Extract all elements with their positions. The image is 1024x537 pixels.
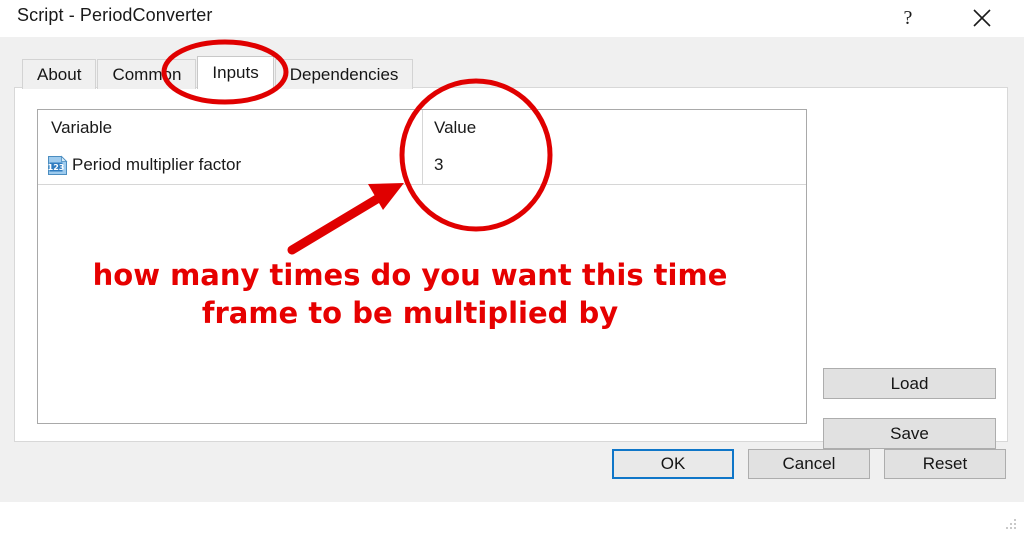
svg-text:123: 123 [48, 163, 65, 172]
reset-button[interactable]: Reset [884, 449, 1006, 479]
annotation-text-line-1: how many times do you want this time [92, 258, 728, 292]
help-icon[interactable]: ? [885, 0, 931, 36]
cancel-button[interactable]: Cancel [748, 449, 870, 479]
column-divider [422, 110, 423, 184]
resize-grip-icon[interactable] [1005, 518, 1019, 532]
save-button[interactable]: Save [823, 418, 996, 449]
help-glyph: ? [903, 6, 913, 29]
tab-about[interactable]: About [22, 59, 97, 89]
tab-inputs[interactable]: Inputs [197, 56, 274, 89]
tab-strip: About Common Inputs Dependencies [22, 56, 414, 89]
script-properties-dialog: Script - PeriodConverter ? About Common … [0, 0, 1024, 529]
variable-name: Period multiplier factor [72, 155, 242, 174]
column-header-value: Value [434, 118, 477, 137]
ok-button[interactable]: OK [612, 449, 734, 479]
variable-value[interactable]: 3 [434, 155, 443, 175]
close-glyph [973, 9, 991, 27]
row-separator [38, 184, 806, 185]
column-header-variable: Variable [51, 118, 113, 137]
close-icon[interactable] [959, 0, 1005, 36]
title-bar: Script - PeriodConverter ? [0, 0, 1024, 37]
annotation-text-line-2: frame to be multiplied by [201, 296, 619, 330]
load-button[interactable]: Load [823, 368, 996, 399]
annotation-text: how many times do you want this time fra… [60, 256, 760, 332]
tab-dependencies[interactable]: Dependencies [274, 59, 414, 89]
number-input-icon: 123 [47, 155, 68, 176]
tab-common[interactable]: Common [97, 59, 197, 89]
window-title: Script - PeriodConverter [17, 5, 213, 25]
